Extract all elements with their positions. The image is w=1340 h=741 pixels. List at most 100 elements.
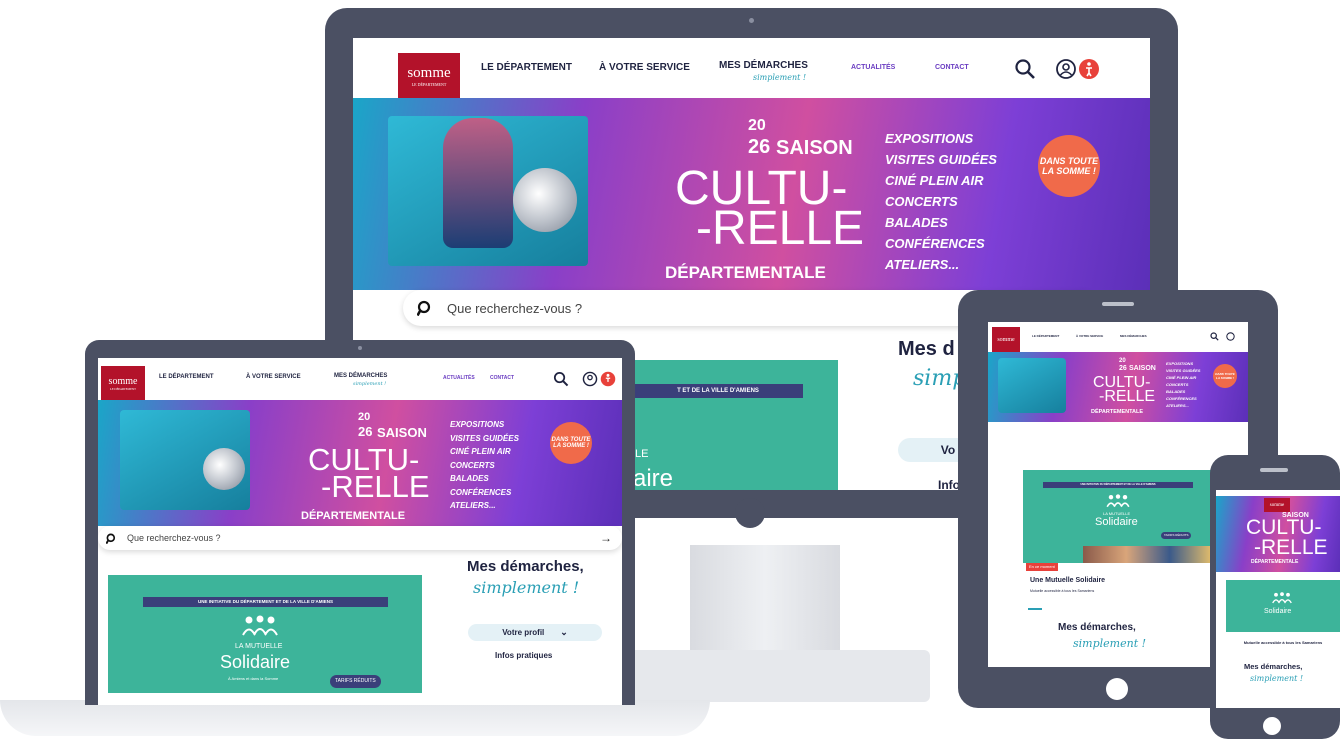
tablet-speaker [1102, 302, 1134, 306]
hero-line2: -RELLE [321, 469, 430, 504]
hero-year-top: 20 [1119, 358, 1126, 364]
hero-line3: DÉPARTEMENTALE [1251, 559, 1299, 565]
accessibility-icon[interactable] [1078, 58, 1100, 80]
demarches-title: Mes démarches, [1244, 662, 1303, 671]
nav-actualites[interactable]: ACTUALITÉS [851, 64, 895, 71]
news-divider [1028, 608, 1042, 610]
nav-le-departement[interactable]: LE DÉPARTEMENT [1032, 334, 1059, 338]
nav-mes-demarches[interactable]: MES DÉMARCHES [334, 373, 387, 379]
mutuelle-photo-strip [1083, 546, 1213, 563]
mutuelle-card[interactable]: Solidaire [1226, 580, 1340, 632]
hero-saison: SAISON [776, 137, 853, 159]
mutuelle-tagline: À Amiens et dans la Somme [228, 676, 279, 681]
mutuelle-card[interactable]: UNE INITIATIVE DU DÉPARTEMENT ET DE LA V… [1023, 470, 1213, 563]
tablet-hero-banner[interactable]: 20 26 SAISON CULTU- -RELLE DÉPARTEMENTAL… [988, 352, 1248, 422]
demarches-title: Mes démarches, [467, 558, 584, 575]
hero-activity: CINÉ PLEIN AIR [885, 173, 984, 188]
nav-a-votre-service[interactable]: À VOTRE SERVICE [246, 374, 301, 380]
search-icon[interactable] [1210, 332, 1219, 341]
somme-logo[interactable]: somme LE DÉPARTEMENT [101, 366, 145, 400]
tablet-screen: somme LE DÉPARTEMENT À VOTRE SERVICE MES… [988, 322, 1248, 667]
hero-year-bottom: 26 [358, 424, 373, 439]
somme-logo[interactable]: somme [1264, 498, 1290, 512]
mutuelle-cta-label: TARIFS RÉDUITS [1164, 533, 1189, 537]
nav-a-votre-service[interactable]: À VOTRE SERVICE [599, 62, 690, 73]
nav-le-departement[interactable]: LE DÉPARTEMENT [481, 62, 572, 73]
hero-activity-list: EXPOSITIONS VISITES GUIDÉES CINÉ PLEIN A… [885, 128, 997, 275]
account-icon[interactable] [1055, 58, 1077, 80]
desktop-nav: somme LE DÉPARTEMENT LE DÉPARTEMENT À VO… [353, 38, 1150, 98]
mutuelle-cta[interactable]: TARIFS RÉDUITS [1161, 532, 1192, 539]
nav-contact[interactable]: CONTACT [935, 64, 969, 71]
account-icon[interactable] [582, 371, 598, 387]
mutuelle-le: LE [635, 448, 649, 460]
search-icon[interactable] [1014, 58, 1036, 80]
nav-le-departement[interactable]: LE DÉPARTEMENT [159, 374, 214, 380]
hero-activity: EXPOSITIONS [450, 420, 505, 429]
hero-activity: EXPOSITIONS [1166, 361, 1194, 366]
infos-pratiques-link[interactable]: Infos pratiques [495, 651, 552, 660]
somme-logo[interactable]: somme [992, 327, 1020, 352]
demarches-sub: simplement ! [1073, 637, 1147, 650]
hero-line2: -RELLE [1099, 388, 1156, 405]
search-icon[interactable] [553, 371, 569, 387]
model-figure [443, 118, 513, 248]
phone-hero-banner[interactable]: somme SAISON CULTU- -RELLE DÉPARTEMENTAL… [1216, 496, 1340, 572]
desktop-hero-banner[interactable]: 20 26 SAISON CULTU- -RELLE DÉPARTEMENTAL… [353, 98, 1150, 290]
mutuelle-card[interactable]: UNE INITIATIVE DU DÉPARTEMENT ET DE LA V… [108, 575, 422, 693]
nav-mes-demarches[interactable]: MES DÉMARCHES [719, 60, 808, 71]
nav-mes-demarches[interactable]: MES DÉMARCHES [1120, 334, 1147, 338]
laptop-camera [358, 346, 362, 350]
profile-label: Vo [940, 443, 956, 457]
people-icon [242, 615, 278, 636]
search-placeholder: Que recherchez-vous ? [127, 533, 221, 543]
hero-line2: -RELLE [696, 202, 865, 255]
phone-home-button [1263, 717, 1281, 735]
phone-speaker [1260, 468, 1288, 472]
phone: somme SAISON CULTU- -RELLE DÉPARTEMENTAL… [1210, 455, 1340, 739]
tablet-home-button [1106, 678, 1128, 700]
hero-activity-list: EXPOSITIONS VISITES GUIDÉES CINÉ PLEIN A… [1166, 360, 1200, 409]
search-placeholder: Que recherchez-vous ? [447, 300, 583, 316]
hero-activity: VISITES GUIDÉES [885, 152, 997, 167]
hero-activity: CINÉ PLEIN AIR [450, 447, 511, 456]
disco-ball [513, 168, 577, 232]
disco-ball [203, 448, 245, 490]
laptop: somme LE DÉPARTEMENT LE DÉPARTEMENT À VO… [85, 340, 635, 705]
hero-activity: CONFÉRENCES [450, 487, 512, 497]
news-text[interactable]: Mutuelle accessible à tous les Samariens [1228, 640, 1338, 645]
people-icon [1106, 494, 1130, 508]
mutuelle-cta[interactable]: TARIFS RÉDUITS [330, 675, 381, 688]
search-submit-arrow-icon[interactable]: → [600, 531, 612, 545]
monitor-home-button [735, 498, 765, 528]
hero-year-top: 20 [358, 411, 371, 423]
hero-line3: DÉPARTEMENTALE [1091, 409, 1144, 415]
somme-logo[interactable]: somme LE DÉPARTEMENT [398, 53, 460, 98]
hero-activity: BALADES [450, 474, 489, 483]
account-icon[interactable] [1226, 332, 1235, 341]
logo-sub: LE DÉPARTEMENT [411, 81, 447, 87]
logo-text: somme [108, 375, 138, 387]
hero-line3: DÉPARTEMENTALE [665, 263, 826, 282]
mutuelle-card[interactable]: T ET DE LA VILLE D'AMIENS LE aire [633, 360, 838, 490]
hero-year-bottom: 26 [748, 136, 771, 158]
nav-contact[interactable]: CONTACT [490, 375, 514, 381]
laptop-hero-banner[interactable]: 20 26 SAISON CULTU- -RELLE DÉPARTEMENTAL… [98, 400, 622, 526]
laptop-screen: somme LE DÉPARTEMENT LE DÉPARTEMENT À VO… [98, 358, 622, 705]
people-icon [1272, 592, 1292, 604]
accessibility-icon[interactable] [600, 371, 616, 387]
news-title[interactable]: Une Mutuelle Solidaire [1030, 577, 1105, 584]
laptop-search-bar[interactable]: Que recherchez-vous ? → [98, 526, 622, 550]
mutuelle-big: aire [633, 465, 674, 490]
hero-activity: CONCERTS [450, 460, 495, 470]
nav-actualites[interactable]: ACTUALITÉS [443, 375, 475, 381]
demarches-sub: simplement ! [473, 578, 580, 597]
hero-year-bottom: 26 [1119, 365, 1127, 372]
nav-a-votre-service[interactable]: À VOTRE SERVICE [1076, 334, 1103, 338]
profile-dropdown[interactable]: Votre profil ⌄ [468, 624, 602, 641]
infos-pratiques-link[interactable]: Info [938, 478, 960, 490]
mutuelle-big: Solidaire [1264, 608, 1292, 615]
nav-simplement: simplement ! [353, 381, 387, 387]
mutuelle-initiative: UNE INITIATIVE DU DÉPARTEMENT ET DE LA V… [143, 597, 388, 607]
search-icon [417, 300, 431, 316]
